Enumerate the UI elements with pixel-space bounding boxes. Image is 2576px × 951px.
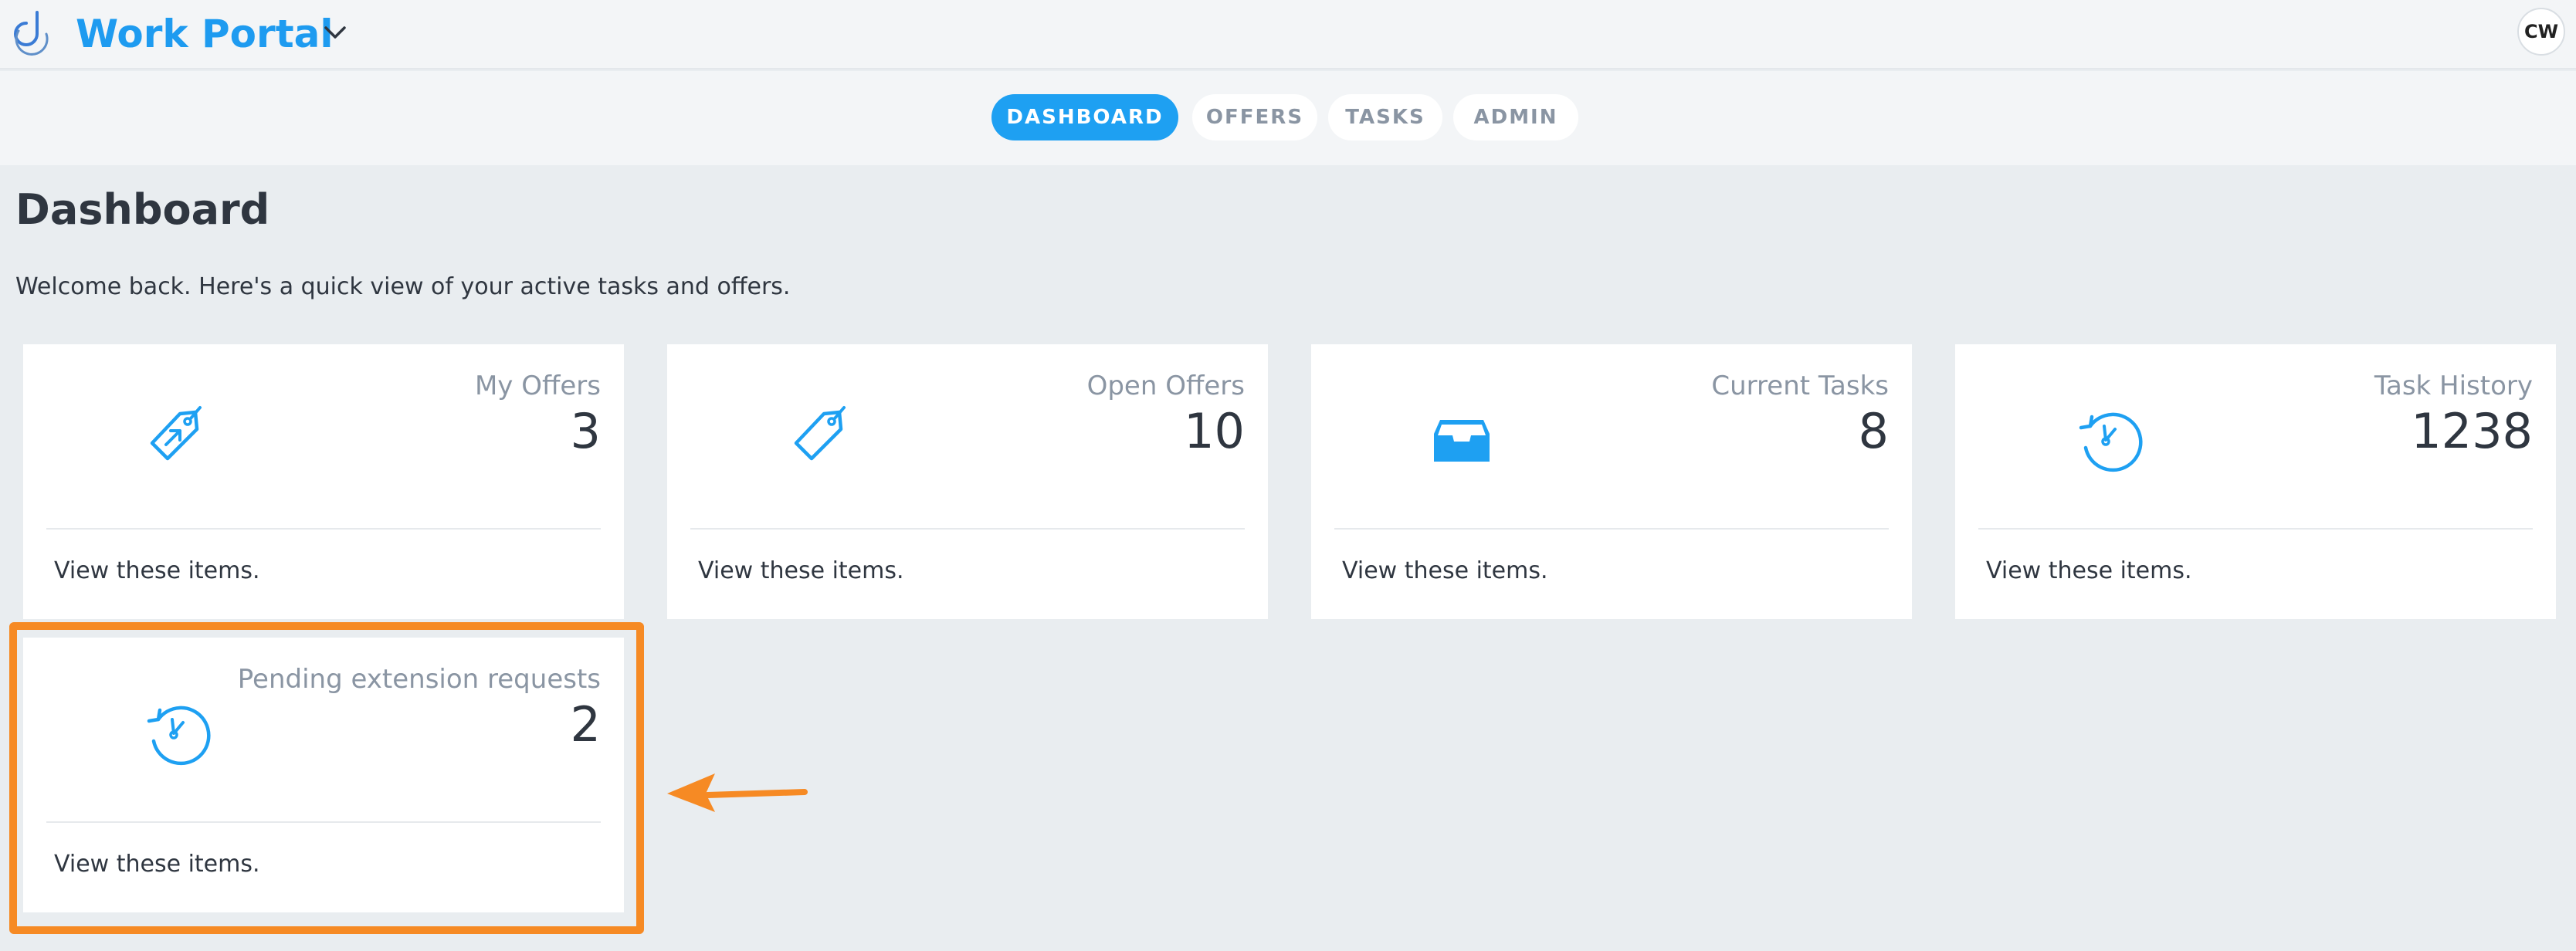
card-divider	[1978, 528, 2533, 530]
view-items-link[interactable]: View these items.	[1342, 557, 1548, 584]
app-title[interactable]: Work Portal	[76, 8, 333, 60]
main-nav: DASHBOARD OFFERS TASKS ADMIN	[0, 71, 2576, 165]
tag-arrow-icon	[150, 406, 202, 461]
card-count: 3	[570, 403, 601, 459]
tab-offers[interactable]: OFFERS	[1192, 94, 1317, 140]
card-divider	[1334, 528, 1889, 530]
card-current-tasks[interactable]: Current Tasks 8 View these items.	[1311, 344, 1912, 619]
card-open-offers[interactable]: Open Offers 10 View these items.	[667, 344, 1268, 619]
tab-dashboard[interactable]: DASHBOARD	[991, 94, 1178, 140]
card-count: 8	[1858, 403, 1889, 459]
card-label: My Offers	[474, 371, 601, 401]
arrow-left-icon	[667, 773, 808, 812]
card-divider	[46, 528, 601, 530]
highlight-box	[9, 622, 644, 934]
view-items-link[interactable]: View these items.	[1986, 557, 2192, 584]
card-count: 1238	[2411, 403, 2533, 459]
tag-icon	[794, 406, 846, 461]
inbox-tray-icon	[1434, 420, 1490, 462]
view-items-link[interactable]: View these items.	[698, 557, 904, 584]
card-label: Task History	[2374, 371, 2533, 401]
chevron-down-icon[interactable]	[320, 22, 351, 45]
user-avatar[interactable]: CW	[2517, 8, 2565, 56]
view-items-link[interactable]: View these items.	[54, 557, 260, 584]
history-clock-icon	[2079, 412, 2143, 472]
card-my-offers[interactable]: My Offers 3 View these items.	[23, 344, 624, 619]
tab-tasks[interactable]: TASKS	[1328, 94, 1442, 140]
top-bar: Work Portal CW	[0, 0, 2576, 69]
card-label: Open Offers	[1086, 371, 1245, 401]
card-count: 10	[1184, 403, 1245, 459]
tab-admin[interactable]: ADMIN	[1453, 94, 1578, 140]
app-logo-icon[interactable]	[11, 8, 54, 57]
page-title: Dashboard	[15, 185, 270, 234]
card-label: Current Tasks	[1711, 371, 1889, 401]
card-task-history[interactable]: Task History 1238 View these items.	[1955, 344, 2556, 619]
card-divider	[690, 528, 1245, 530]
welcome-text: Welcome back. Here's a quick view of you…	[15, 273, 791, 300]
